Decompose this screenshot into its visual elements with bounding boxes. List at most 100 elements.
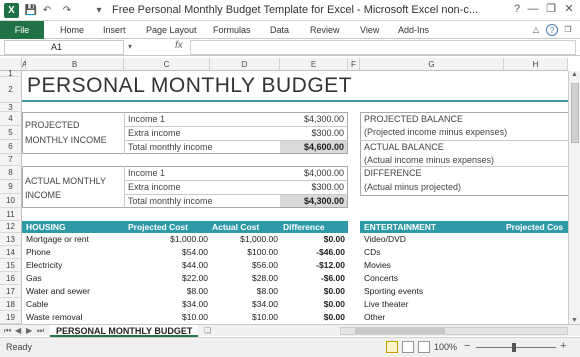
row-header-13[interactable]: 13 <box>0 233 22 246</box>
row-header-15[interactable]: 15 <box>0 259 22 272</box>
restore-icon[interactable]: ❐ <box>544 2 558 16</box>
table-row[interactable]: Phone $54.00 $100.00 -$46.00 <box>22 246 348 259</box>
column-header-c[interactable]: C <box>124 58 210 71</box>
row-header-4[interactable]: 4 <box>0 112 22 126</box>
minimize-icon[interactable]: — <box>526 2 540 16</box>
projected-total-label[interactable]: Total monthly income <box>128 142 213 152</box>
last-sheet-icon[interactable]: ⏭ <box>37 325 44 337</box>
actual-cost-header[interactable]: Actual Cost <box>212 221 259 233</box>
row-header-11[interactable]: 11 <box>0 208 22 221</box>
projected-balance-note[interactable]: (Projected income minus expenses) <box>364 127 507 137</box>
tab-data[interactable]: Data <box>270 21 289 39</box>
zoom-in-icon[interactable]: + <box>560 340 566 352</box>
horizontal-scrollbar[interactable] <box>340 327 568 335</box>
tab-formulas[interactable]: Formulas <box>213 21 251 39</box>
row-header-2[interactable]: 2 <box>0 77 22 103</box>
row-header-12[interactable]: 12 <box>0 221 22 233</box>
table-row[interactable]: Water and sewer $8.00 $8.00 $0.00 <box>22 285 348 298</box>
entertainment-header-label[interactable]: ENTERTAINMENT <box>364 221 436 233</box>
row-header-14[interactable]: 14 <box>0 246 22 259</box>
tab-insert[interactable]: Insert <box>103 21 126 39</box>
projected-extra-income-label[interactable]: Extra income <box>128 128 181 138</box>
tab-view[interactable]: View <box>360 21 379 39</box>
tab-page-layout[interactable]: Page Layout <box>146 21 197 39</box>
projected-income-1-label[interactable]: Income 1 <box>128 114 165 124</box>
difference-header[interactable]: Difference <box>283 221 325 233</box>
column-header-b[interactable]: B <box>26 58 124 71</box>
row-header-3[interactable]: 3 <box>0 103 22 112</box>
insert-sheet-icon[interactable]: ❏ <box>204 325 211 337</box>
tab-review[interactable]: Review <box>310 21 340 39</box>
projected-income-label-1[interactable]: PROJECTED <box>25 118 80 133</box>
projected-income-1-value[interactable]: $4,300.00 <box>284 114 344 124</box>
name-box[interactable]: A1 <box>4 40 124 55</box>
actual-income-1-value[interactable]: $4,000.00 <box>284 168 344 178</box>
actual-income-1-label[interactable]: Income 1 <box>128 168 165 178</box>
column-header-e[interactable]: E <box>280 58 348 71</box>
zoom-slider-thumb[interactable] <box>512 343 516 352</box>
list-item[interactable]: Live theater <box>360 298 568 311</box>
workbook-restore-icon[interactable]: ❐ <box>562 24 574 36</box>
table-row[interactable]: Mortgage or rent $1,000.00 $1,000.00 $0.… <box>22 233 348 246</box>
zoom-level[interactable]: 100% <box>434 342 457 352</box>
previous-sheet-icon[interactable]: ◀ <box>15 325 21 337</box>
insert-function-icon[interactable]: fx <box>175 40 183 51</box>
list-item[interactable]: Other <box>360 311 568 324</box>
name-box-dropdown-icon[interactable]: ▾ <box>128 42 132 51</box>
zoom-slider[interactable] <box>476 347 556 348</box>
table-row[interactable]: Cable $34.00 $34.00 $0.00 <box>22 298 348 311</box>
projected-total-value[interactable]: $4,600.00 <box>280 141 347 153</box>
formula-input[interactable] <box>190 40 576 55</box>
ribbon-minimize-icon[interactable]: △ <box>530 24 542 36</box>
page-layout-view-icon[interactable] <box>402 341 414 353</box>
entertainment-projected-cost-header[interactable]: Projected Cos <box>506 221 563 233</box>
customize-quick-access-icon[interactable]: ▾ <box>92 3 106 18</box>
first-sheet-icon[interactable]: ⏮ <box>4 325 11 337</box>
row-header-7[interactable]: 7 <box>0 154 22 166</box>
budget-title[interactable]: PERSONAL MONTHLY BUDGET <box>27 74 352 98</box>
row-header-17[interactable]: 17 <box>0 285 22 298</box>
redo-icon[interactable]: ↷ <box>60 3 74 18</box>
excel-app-icon[interactable]: X <box>4 3 19 18</box>
close-icon[interactable]: ✕ <box>562 2 576 16</box>
undo-icon[interactable]: ↶ <box>40 3 54 18</box>
row-header-18[interactable]: 18 <box>0 298 22 311</box>
projected-income-label-2[interactable]: MONTHLY INCOME <box>25 133 107 148</box>
difference-note[interactable]: (Actual minus projected) <box>364 182 461 192</box>
row-header-5[interactable]: 5 <box>0 126 22 140</box>
difference-label[interactable]: DIFFERENCE <box>364 168 422 178</box>
row-header-19[interactable]: 19 <box>0 311 22 324</box>
tab-home[interactable]: Home <box>60 21 84 39</box>
next-sheet-icon[interactable]: ▶ <box>26 325 32 337</box>
vertical-scroll-thumb[interactable] <box>571 83 579 143</box>
list-item[interactable]: Video/DVD <box>360 233 568 246</box>
row-header-9[interactable]: 9 <box>0 180 22 194</box>
normal-view-icon[interactable] <box>386 341 398 353</box>
sheet-tab-personal-monthly-budget[interactable]: PERSONAL MONTHLY BUDGET <box>50 325 199 337</box>
list-item[interactable]: Sporting events <box>360 285 568 298</box>
list-item[interactable]: CDs <box>360 246 568 259</box>
projected-cost-header[interactable]: Projected Cost <box>128 221 188 233</box>
actual-total-value[interactable]: $4,300.00 <box>280 195 347 207</box>
actual-income-label-1[interactable]: ACTUAL MONTHLY <box>25 174 106 189</box>
table-row[interactable]: Waste removal $10.00 $10.00 $0.00 <box>22 311 348 324</box>
projected-balance-label[interactable]: PROJECTED BALANCE <box>364 114 463 124</box>
row-header-8[interactable]: 8 <box>0 166 22 180</box>
row-header-16[interactable]: 16 <box>0 272 22 285</box>
actual-balance-label[interactable]: ACTUAL BALANCE <box>364 142 444 152</box>
tab-add-ins[interactable]: Add-Ins <box>398 21 429 39</box>
column-header-d[interactable]: D <box>210 58 280 71</box>
zoom-out-icon[interactable]: − <box>464 340 470 352</box>
row-header-10[interactable]: 10 <box>0 194 22 208</box>
list-item[interactable]: Movies <box>360 259 568 272</box>
table-row[interactable]: Gas $22.00 $28.00 -$6.00 <box>22 272 348 285</box>
help-circle-icon[interactable]: ? <box>546 24 558 36</box>
save-icon[interactable]: 💾 <box>24 3 38 18</box>
actual-total-label[interactable]: Total monthly income <box>128 196 213 206</box>
actual-balance-note[interactable]: (Actual income minus expenses) <box>364 155 494 165</box>
actual-extra-income-label[interactable]: Extra income <box>128 182 181 192</box>
horizontal-scroll-thumb[interactable] <box>355 328 445 334</box>
projected-extra-income-value[interactable]: $300.00 <box>284 128 344 138</box>
housing-header-label[interactable]: HOUSING <box>26 221 66 233</box>
scroll-up-icon[interactable]: ▲ <box>571 71 578 78</box>
